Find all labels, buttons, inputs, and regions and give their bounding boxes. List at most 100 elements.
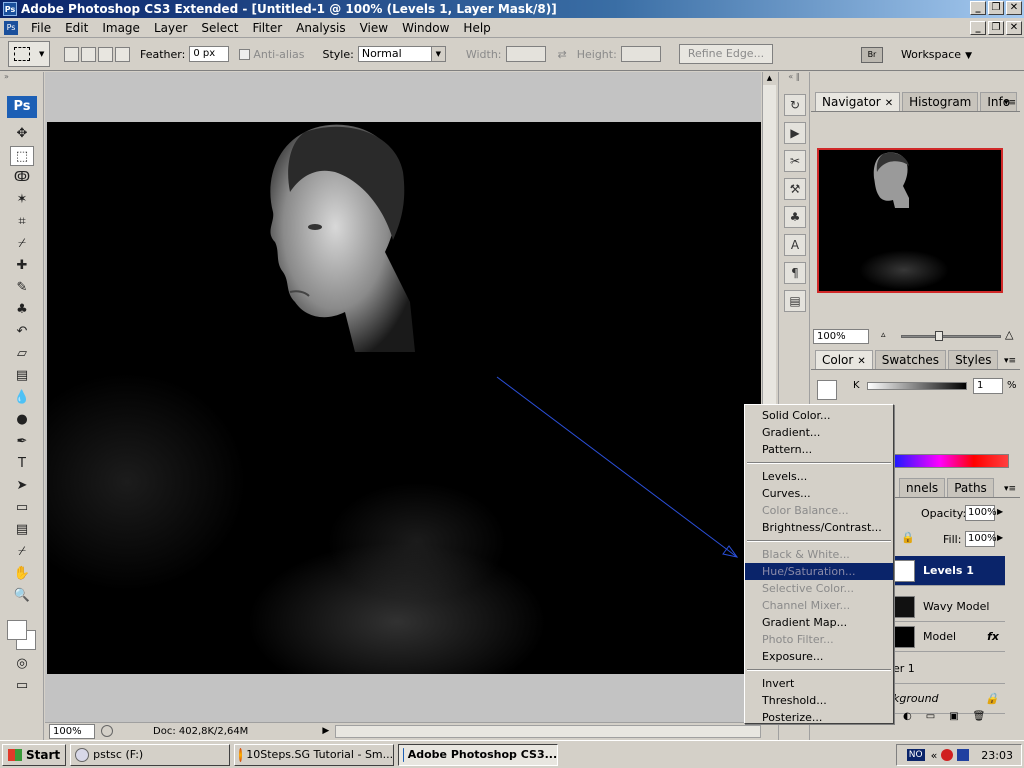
height-input[interactable] [620, 46, 661, 62]
tab-navigator[interactable]: Navigator ✕ [815, 92, 901, 111]
bridge-icon[interactable]: Br [860, 46, 883, 63]
canvas[interactable] [47, 122, 761, 674]
feather-input[interactable]: 0 px [189, 46, 230, 62]
opacity-arrow-icon[interactable]: ▶ [997, 507, 1003, 516]
add-selection-button[interactable] [81, 46, 96, 62]
tab-paths[interactable]: Paths [947, 478, 994, 497]
tab-styles[interactable]: Styles [948, 350, 999, 369]
character-icon[interactable]: A [784, 234, 806, 256]
eyedropper2-tool-icon[interactable]: ⌿ [10, 542, 34, 562]
menu-item-solid-color[interactable]: Solid Color... [745, 407, 893, 424]
menu-filter[interactable]: Filter [245, 21, 289, 35]
menu-item-posterize[interactable]: Posterize... [745, 709, 893, 726]
panel-menu-icon[interactable]: ▾≡ [1004, 484, 1016, 494]
dodge-tool-icon[interactable]: ● [10, 410, 34, 430]
tab-histogram[interactable]: Histogram [902, 92, 979, 111]
network-icon[interactable] [957, 749, 970, 761]
lock-icon[interactable]: 🔒 [901, 531, 915, 544]
antialias-checkbox[interactable] [239, 48, 251, 60]
color-panel-swatch[interactable] [817, 380, 837, 400]
magic-wand-tool-icon[interactable]: ✶ [10, 190, 34, 210]
strip-grip-icon[interactable]: « ‖ [779, 72, 809, 88]
menu-item-color-balance[interactable]: Color Balance... [745, 502, 893, 519]
healing-brush-tool-icon[interactable]: ✚ [10, 256, 34, 276]
zoom-tool-icon[interactable]: 🔍 [10, 586, 34, 606]
menu-item-curves[interactable]: Curves... [745, 485, 893, 502]
history-icon[interactable]: ↻ [784, 94, 806, 116]
new-selection-button[interactable] [64, 46, 79, 62]
foreground-color-swatch[interactable] [7, 620, 27, 640]
ime-indicator[interactable]: NO [906, 749, 925, 761]
menu-item-levels[interactable]: Levels... [745, 468, 893, 485]
marquee-tool-icon[interactable]: ⬚ [10, 146, 34, 166]
color-spectrum[interactable] [893, 454, 1009, 468]
swap-icon[interactable]: ⇄ [558, 48, 567, 61]
menu-item-selective-color[interactable]: Selective Color... [745, 580, 893, 597]
quick-mask-icon[interactable]: ◎ [10, 654, 34, 674]
status-info-icon[interactable] [101, 725, 113, 737]
task-photoshop[interactable]: Adobe Photoshop CS3... [398, 743, 559, 766]
notes-tool-icon[interactable]: ▤ [10, 520, 34, 540]
style-select[interactable]: Normal ▼ [357, 46, 446, 62]
new-group-icon[interactable]: ▭ [926, 711, 935, 722]
screen-mode-icon[interactable]: ▭ [10, 676, 34, 696]
type-tool-icon[interactable]: T [10, 454, 34, 474]
menu-item-hue-saturation[interactable]: Hue/Saturation... [745, 563, 893, 580]
photoshop-logo[interactable]: Ps [7, 96, 37, 118]
lasso-tool-icon[interactable]: ↂ [10, 168, 34, 188]
layer-row-levels-1[interactable]: Levels 1 [891, 556, 1005, 586]
layer-row-layer-1[interactable]: er 1 [891, 654, 1005, 684]
menu-item-pattern[interactable]: Pattern... [745, 441, 893, 458]
menu-item-brightness-contrast[interactable]: Brightness/Contrast... [745, 519, 893, 536]
fx-icon[interactable]: fx [987, 630, 999, 643]
close-icon[interactable]: ✕ [885, 98, 893, 109]
menu-item-channel-mixer[interactable]: Channel Mixer... [745, 597, 893, 614]
k-input[interactable]: 1 [973, 378, 1003, 394]
tab-channels[interactable]: nnels [899, 478, 946, 497]
k-slider[interactable] [867, 382, 967, 390]
layer-row-background[interactable]: kground 🔒 [891, 684, 1005, 714]
task-firefox[interactable]: 10Steps.SG Tutorial - Sm... [234, 743, 395, 766]
fill-input[interactable]: 100% [965, 531, 997, 547]
zoom-in-icon[interactable]: △ [1005, 328, 1013, 341]
close-button[interactable]: ✕ [1006, 1, 1022, 15]
tool-preset-picker[interactable]: ▼ [8, 41, 50, 67]
width-input[interactable] [505, 46, 546, 62]
workspace-menu[interactable]: Workspace ▼ [901, 48, 972, 61]
panel-menu-icon[interactable]: ▾≡ [1004, 98, 1016, 108]
toolbox-grip-icon[interactable]: » [0, 72, 43, 82]
layer-row-wavy-model[interactable]: Wavy Model [891, 592, 1005, 622]
brushes-icon[interactable]: ⚒ [784, 178, 806, 200]
layer-row-model[interactable]: Model fx [891, 622, 1005, 652]
new-layer-icon[interactable]: ▣ [949, 711, 958, 722]
eraser-tool-icon[interactable]: ▱ [10, 344, 34, 364]
blur-tool-icon[interactable]: 💧 [10, 388, 34, 408]
clone-source-icon[interactable]: ♣ [784, 206, 806, 228]
clone-stamp-tool-icon[interactable]: ♣ [10, 300, 34, 320]
eyedropper-tool-icon[interactable]: ⌿ [10, 234, 34, 254]
doc-restore-button[interactable]: ❐ [988, 21, 1004, 35]
menu-item-gradient[interactable]: Gradient... [745, 424, 893, 441]
menu-image[interactable]: Image [95, 21, 147, 35]
doc-close-button[interactable]: ✕ [1006, 21, 1022, 35]
tool-presets-icon[interactable]: ✂ [784, 150, 806, 172]
start-button[interactable]: Start [2, 743, 67, 766]
brush-tool-icon[interactable]: ✎ [10, 278, 34, 298]
menu-item-gradient-map[interactable]: Gradient Map... [745, 614, 893, 631]
horizontal-scrollbar[interactable] [335, 724, 761, 738]
history-brush-tool-icon[interactable]: ↶ [10, 322, 34, 342]
fill-arrow-icon[interactable]: ▶ [997, 533, 1003, 542]
hand-tool-icon[interactable]: ✋ [10, 564, 34, 584]
zoom-input[interactable]: 100% [49, 723, 95, 739]
tab-swatches[interactable]: Swatches [874, 350, 947, 369]
actions-icon[interactable]: ▶ [784, 122, 806, 144]
minimize-button[interactable]: _ [970, 1, 986, 15]
menu-item-black-white[interactable]: Black & White... [745, 546, 893, 563]
menu-item-photo-filter[interactable]: Photo Filter... [745, 631, 893, 648]
crop-tool-icon[interactable]: ⌗ [10, 212, 34, 232]
trash-icon[interactable]: 🗑 [973, 711, 986, 722]
menu-item-invert[interactable]: Invert [745, 675, 893, 692]
close-icon[interactable]: ✕ [857, 356, 865, 367]
menu-file[interactable]: File [24, 21, 58, 35]
tray-expand-icon[interactable]: « [931, 749, 938, 762]
